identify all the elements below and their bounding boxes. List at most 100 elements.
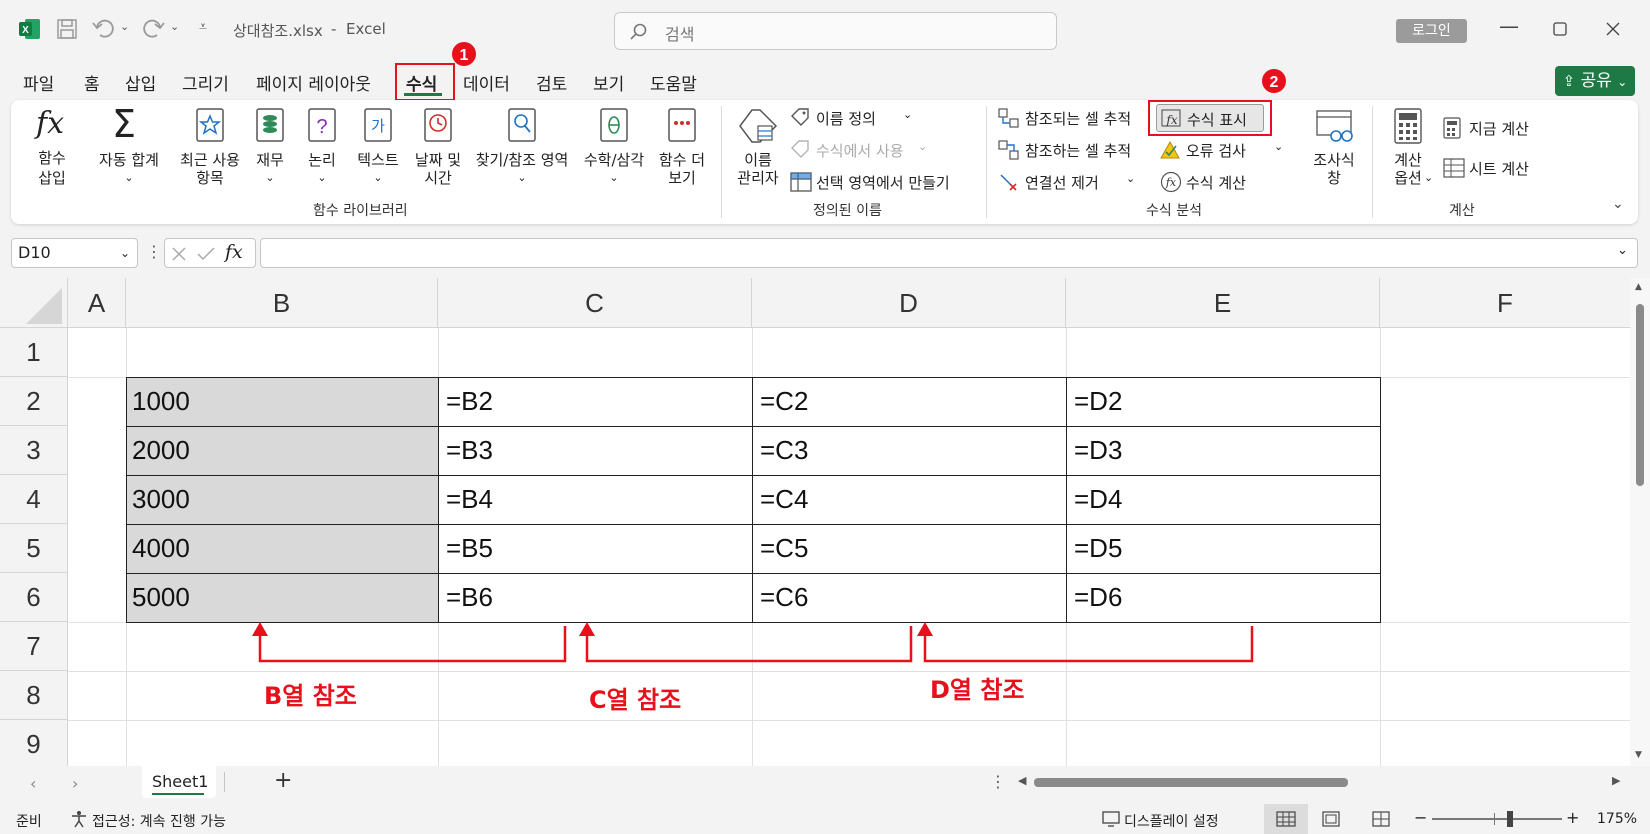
accessibility-status[interactable]: 접근성: 계속 진행 가능 <box>92 811 226 831</box>
formula-bar-more-icon[interactable]: ⋮ <box>146 242 162 261</box>
zoom-level[interactable]: 175% <box>1597 811 1637 827</box>
trace-precedents-button[interactable]: 참조되는 셀 추적 <box>998 106 1144 130</box>
name-tag-icon <box>739 109 778 143</box>
vertical-scroll-thumb[interactable] <box>1636 304 1644 486</box>
sheet-next-icon[interactable]: › <box>72 774 78 793</box>
remove-arrows-button[interactable]: 연결선 제거 ⌄ <box>998 170 1140 194</box>
zoom-out-icon[interactable]: − <box>1414 808 1427 827</box>
annotation-d-ref: D열 참조 <box>930 676 1025 704</box>
sheet-prev-icon[interactable]: ‹ <box>30 774 36 793</box>
tab-data[interactable]: 데이터 <box>463 70 510 95</box>
tab-help[interactable]: 도움말 <box>650 70 697 95</box>
excel-window: X ⌄ ⌄ ⩡ 상대참조.xlsx - Excel 검색 로그인 — 파일 홈 … <box>0 0 1650 834</box>
svg-text:fx: fx <box>1165 113 1177 127</box>
maximize-icon[interactable] <box>1553 22 1567 36</box>
scroll-down-icon[interactable]: ▼ <box>1635 750 1642 760</box>
question-book-icon: ? <box>308 108 336 142</box>
hscroll-left-icon[interactable]: ◀ <box>1018 774 1026 787</box>
sheet-tab-underline <box>152 793 204 795</box>
page-break-view-icon[interactable] <box>1372 811 1390 827</box>
magnifier-book-icon <box>508 108 536 142</box>
ribbon-divider <box>721 106 722 218</box>
error-checking-button[interactable]: 오류 검사 ⌄ <box>1160 138 1290 162</box>
display-settings-label[interactable]: 디스플레이 설정 <box>1124 811 1219 831</box>
use-in-formula-button[interactable]: 수식에서 사용 ⌄ <box>790 138 930 162</box>
sheet-bar-more-icon[interactable]: ⋮ <box>990 772 1006 791</box>
close-icon[interactable] <box>1606 22 1620 36</box>
status-bar: 준비 접근성: 계속 진행 가능 디스플레이 설정 − + 175% <box>0 804 1650 834</box>
tab-page-layout[interactable]: 페이지 레이아웃 <box>256 70 371 95</box>
tab-review[interactable]: 검토 <box>536 70 567 95</box>
title-separator: - <box>331 20 337 38</box>
zoom-slider-center-tick <box>1494 813 1495 825</box>
tag-icon <box>791 108 809 126</box>
quick-access-customize-icon[interactable]: ⩡ <box>199 19 207 35</box>
redo-icon[interactable] <box>141 17 165 39</box>
window-filename: 상대참조.xlsx <box>233 22 323 40</box>
status-ready: 준비 <box>16 814 42 830</box>
tab-view[interactable]: 보기 <box>593 70 624 95</box>
horizontal-scroll-thumb[interactable] <box>1034 778 1348 787</box>
zoom-slider-track[interactable] <box>1432 818 1562 820</box>
share-button[interactable]: ⇪ 공유 ⌄ <box>1555 66 1635 96</box>
more-book-icon <box>668 108 696 142</box>
cancel-entry-icon[interactable] <box>171 246 187 262</box>
calculate-sheet-button[interactable]: 시트 계산 <box>1443 156 1543 180</box>
fx-icon: fx <box>36 106 65 141</box>
financial-dropdown-icon: ⌄ <box>265 171 275 184</box>
evaluate-formula-icon: fx <box>1160 171 1182 193</box>
spreadsheet-grid[interactable]: A B C D E F 1 2 3 4 5 6 7 8 9 1000 =B2 =… <box>0 278 1650 766</box>
confirm-entry-icon[interactable] <box>197 246 215 262</box>
minimize-icon[interactable]: — <box>1499 14 1519 38</box>
define-name-button[interactable]: 이름 정의 ⌄ <box>790 106 920 130</box>
table-create-icon <box>790 172 812 192</box>
share-dropdown-icon[interactable]: ⌄ <box>1617 75 1627 89</box>
tab-formulas[interactable]: 수식 <box>406 70 437 95</box>
svg-text:1: 1 <box>460 47 469 64</box>
zoom-slider-thumb[interactable] <box>1507 811 1513 827</box>
evaluate-formula-button[interactable]: fx 수식 계산 <box>1160 170 1280 194</box>
accessibility-icon <box>72 811 86 828</box>
search-box[interactable]: 검색 <box>614 12 1057 50</box>
theta-book-icon <box>600 108 628 142</box>
trace-dependents-button[interactable]: 참조하는 셀 추적 <box>998 138 1144 162</box>
calculate-now-button[interactable]: 지금 계산 <box>1443 116 1543 140</box>
formula-input[interactable]: ⌄ <box>260 238 1638 268</box>
undo-dropdown-icon[interactable]: ⌄ <box>120 20 129 33</box>
sheet-tab-sheet1[interactable]: Sheet1 <box>142 766 216 798</box>
undo-icon[interactable] <box>92 17 116 39</box>
create-from-selection-button[interactable]: 선택 영역에서 만들기 <box>790 170 970 194</box>
formula-expand-icon[interactable]: ⌄ <box>1617 243 1628 258</box>
tab-home[interactable]: 홈 <box>84 70 100 95</box>
remove-arrows-icon <box>1000 174 1017 191</box>
hscroll-right-icon[interactable]: ▶ <box>1612 774 1620 787</box>
login-button[interactable]: 로그인 <box>1396 19 1467 43</box>
redo-dropdown-icon[interactable]: ⌄ <box>170 20 179 33</box>
scroll-up-icon[interactable]: ▲ <box>1635 282 1642 292</box>
save-icon[interactable] <box>57 19 77 39</box>
zoom-in-icon[interactable]: + <box>1566 808 1579 827</box>
name-box[interactable]: D10 ⌄ <box>11 238 138 268</box>
add-sheet-icon[interactable]: + <box>274 768 292 793</box>
svg-text:fx: fx <box>1165 176 1177 189</box>
insert-function-fx-icon[interactable]: fx <box>225 241 243 263</box>
trace-precedents-icon <box>998 108 1019 128</box>
tab-insert[interactable]: 삽입 <box>125 70 156 95</box>
sheet-tabs-bar: ‹ › Sheet1 + ⋮ ◀ ▶ <box>0 766 1650 804</box>
autosum-dropdown-icon: ⌄ <box>124 171 134 184</box>
page-layout-view-icon[interactable] <box>1322 811 1340 827</box>
show-formulas-icon: fx <box>1161 109 1181 127</box>
remove-arrows-dropdown-icon[interactable]: ⌄ <box>1126 172 1135 185</box>
tag-fx-icon <box>791 140 809 158</box>
error-check-dropdown-icon[interactable]: ⌄ <box>1274 140 1283 153</box>
normal-view-button[interactable] <box>1264 804 1308 834</box>
show-formulas-button[interactable]: fx 수식 표시 <box>1156 104 1264 132</box>
define-name-dropdown-icon[interactable]: ⌄ <box>903 108 912 121</box>
tab-draw[interactable]: 그리기 <box>182 70 229 95</box>
ribbon-collapse-icon[interactable]: ⌄ <box>1612 196 1624 212</box>
vertical-scrollbar[interactable]: ▲ ▼ <box>1630 278 1650 766</box>
tab-file[interactable]: 파일 <box>23 70 54 95</box>
name-box-value: D10 <box>18 243 51 262</box>
sheet-tab-divider <box>224 772 225 792</box>
name-box-dropdown-icon[interactable]: ⌄ <box>120 239 130 267</box>
